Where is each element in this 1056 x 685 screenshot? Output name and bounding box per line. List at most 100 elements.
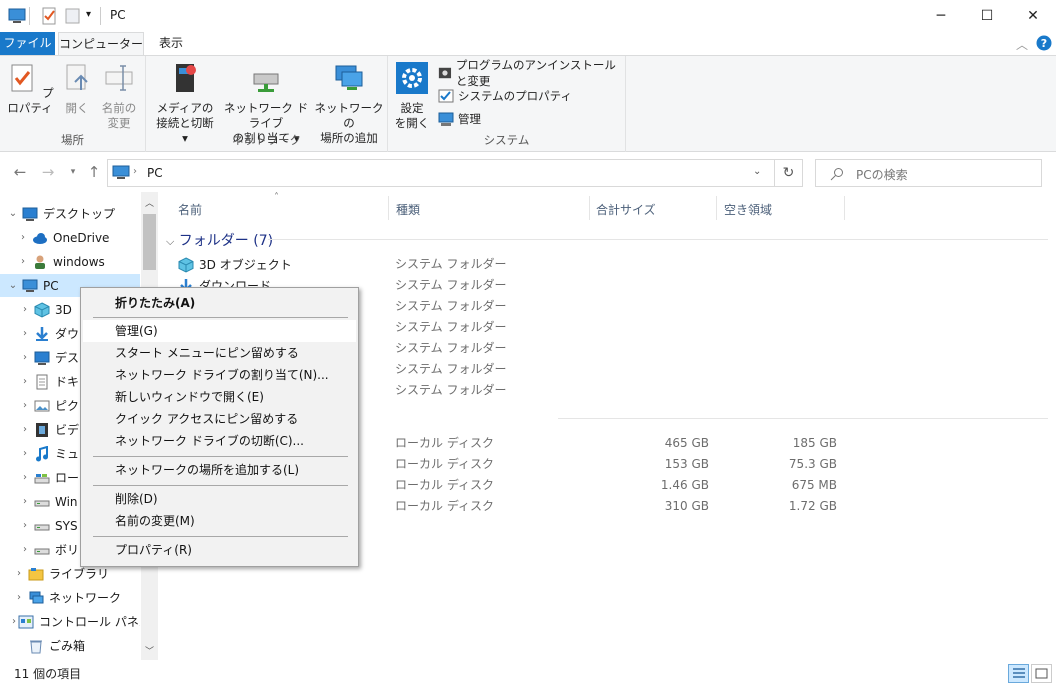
nav-item-label: Win [55,494,78,509]
group-folders-label: フォルダー (7) [178,233,274,249]
nav-item[interactable]: ⌄ デスクトップ [0,202,140,225]
collapsed-chevron-icon[interactable]: › [18,544,32,555]
menu-item-new-window[interactable]: 新しいウィンドウで開く(E) [83,386,356,408]
column-header-type[interactable]: 種類 [396,201,420,218]
address-dropdown-icon[interactable]: ⌄ [753,166,761,177]
minimize-button[interactable]: ─ [918,0,964,32]
menu-item-add-network-location[interactable]: ネットワークの場所を追加する(L) [83,459,356,481]
folder-row[interactable]: 3D オブジェクト [178,254,292,275]
scroll-down-icon[interactable]: ﹀ [145,644,154,657]
nav-scrollbar-thumb[interactable] [143,214,156,270]
picture-icon [34,400,50,411]
sys-props-label: システムのプロパティ [458,88,572,103]
address-bar[interactable]: › PC ⌄ [107,159,775,187]
menu-item-rename[interactable]: 名前の変更(M) [83,510,356,532]
close-button[interactable]: ✕ [1010,0,1056,32]
nav-item[interactable]: › OneDrive [0,226,140,249]
pc-icon [22,279,38,292]
menu-item-map-drive[interactable]: ネットワーク ドライブの割り当て(N)... [83,364,356,386]
new-folder-quick-icon[interactable] [64,7,82,25]
properties-quick-icon[interactable] [40,7,58,25]
add-netloc-label-1: ネットワークの [314,101,384,130]
collapsed-chevron-icon[interactable]: › [16,232,30,243]
nav-item[interactable]: › ネットワーク [0,586,140,609]
breadcrumb-chevron-icon[interactable]: › [133,166,137,177]
column-separator[interactable] [844,196,845,220]
nav-item[interactable]: ごみ箱 [0,634,140,657]
large-icons-view-button[interactable] [1031,664,1052,683]
forward-button[interactable]: → [38,162,58,182]
column-separator[interactable] [388,196,389,220]
column-header-free-space[interactable]: 空き領域 [724,201,772,218]
column-separator[interactable] [589,196,590,220]
music-icon [36,445,48,461]
collapsed-chevron-icon[interactable]: › [18,328,32,339]
menu-item-pin-start[interactable]: スタート メニューにピン留めする [83,342,356,364]
collapse-ribbon-icon[interactable]: ︿ [1016,36,1028,53]
open-button[interactable]: 開く [60,62,94,116]
details-view-button[interactable] [1008,664,1029,683]
tab-view[interactable]: 表示 [150,32,192,55]
group-header-folders[interactable]: ⌵ フォルダー (7) [166,230,273,250]
scroll-up-icon[interactable]: ︿ [145,196,154,209]
group-collapse-chevron-icon[interactable]: ⌵ [166,235,174,248]
tab-computer[interactable]: コンピューター [58,32,144,56]
open-icon [66,64,88,90]
computer-management-icon [438,112,454,126]
tab-file[interactable]: ファイル [0,32,55,55]
expanded-chevron-icon[interactable]: ⌄ [6,208,20,219]
column-header-total-size[interactable]: 合計サイズ [596,201,656,218]
customize-toolbar-icon[interactable]: ▾ [86,9,91,27]
collapsed-chevron-icon[interactable]: › [18,472,32,483]
open-settings-button[interactable]: 設定 を開く [394,62,430,131]
pc-icon[interactable] [8,7,26,25]
menu-item-properties[interactable]: プロパティ(R) [83,539,356,561]
menu-item-collapse[interactable]: 折りたたみ(A) [83,292,356,314]
menu-item-pin-quick-access[interactable]: クイック アクセスにピン留めする [83,408,356,430]
collapsed-chevron-icon[interactable]: › [18,448,32,459]
uninstall-program-button[interactable]: プログラムのアンインストールと変更 [438,58,625,88]
properties-button[interactable]: プロパティ [6,62,54,116]
nav-item-label: コントロール パネル [39,615,140,629]
collapsed-chevron-icon[interactable]: › [18,352,32,363]
menu-item-manage[interactable]: 管理(G) [83,320,356,342]
maximize-button[interactable]: ☐ [964,0,1010,32]
column-separator[interactable] [716,196,717,220]
back-button[interactable]: ← [10,162,30,182]
collapsed-chevron-icon[interactable]: › [12,592,26,603]
column-header-name[interactable]: 名前 [178,201,202,218]
up-button[interactable]: ↑ [84,162,104,182]
collapsed-chevron-icon[interactable]: › [18,424,32,435]
nav-item-label: ロー [55,471,80,485]
search-box[interactable]: PCの検索 [815,159,1042,187]
collapsed-chevron-icon[interactable]: › [12,568,26,579]
breadcrumb-pc[interactable]: PC [147,166,163,180]
item-count: 11 個の項目 [14,667,82,681]
nav-item[interactable]: › コントロール パネル [0,610,140,633]
cloud-icon [33,232,47,244]
nav-item[interactable]: › windows [0,250,140,273]
help-icon[interactable]: ? [1036,35,1052,51]
expanded-chevron-icon[interactable]: ⌄ [6,280,20,291]
folder-type: システム フォルダー [395,320,507,334]
menu-item-disconnect-drive[interactable]: ネットワーク ドライブの切断(C)... [83,430,356,452]
search-placeholder[interactable]: PCの検索 [856,166,908,183]
collapsed-chevron-icon[interactable]: › [18,376,32,387]
menu-item-delete[interactable]: 削除(D) [83,488,356,510]
system-properties-button[interactable]: システムのプロパティ [438,85,572,106]
refresh-button[interactable]: ↻ [775,159,803,187]
rename-button[interactable]: 名前の 変更 [98,62,140,131]
recent-locations-button[interactable]: ▾ [63,162,83,182]
network-location-icon [335,65,363,90]
collapsed-chevron-icon[interactable]: › [18,400,32,411]
ribbon-group-network: メディアの 接続と切断 ▾ ネットワーク ドライブ の割り当て ▾ ネットワーク… [146,56,388,152]
collapsed-chevron-icon[interactable]: › [12,616,16,627]
manage-button[interactable]: 管理 [438,108,481,129]
collapsed-chevron-icon[interactable]: › [18,304,32,315]
collapsed-chevron-icon[interactable]: › [18,496,32,507]
uninstall-label: プログラムのアンインストールと変更 [455,57,616,88]
collapsed-chevron-icon[interactable]: › [16,256,30,267]
collapsed-chevron-icon[interactable]: › [18,520,32,531]
network-icon [29,591,44,603]
nav-item-label: PC [43,278,59,293]
